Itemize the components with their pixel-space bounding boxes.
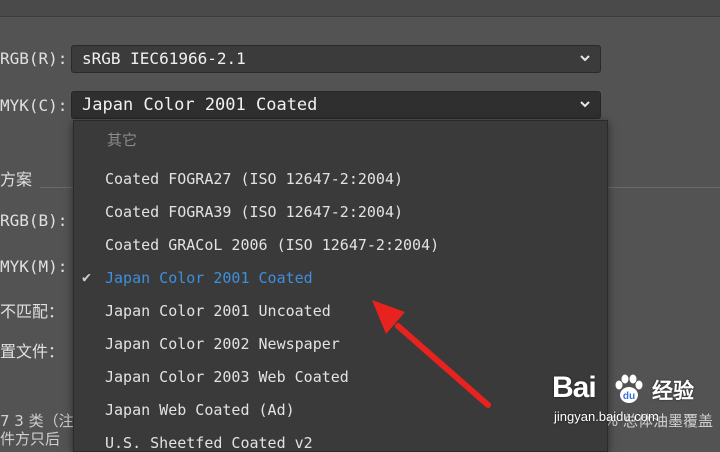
baidu-paw-icon: du: [615, 374, 643, 403]
watermark-brand: Bai: [552, 371, 597, 404]
svg-text:du: du: [623, 391, 635, 402]
watermark-url: jingyan.baidu.com: [554, 409, 659, 424]
baidu-jingyan-watermark: Bai du 经验 jingyan.baidu.com: [552, 371, 720, 439]
watermark-jingyan: 经验: [652, 379, 694, 403]
